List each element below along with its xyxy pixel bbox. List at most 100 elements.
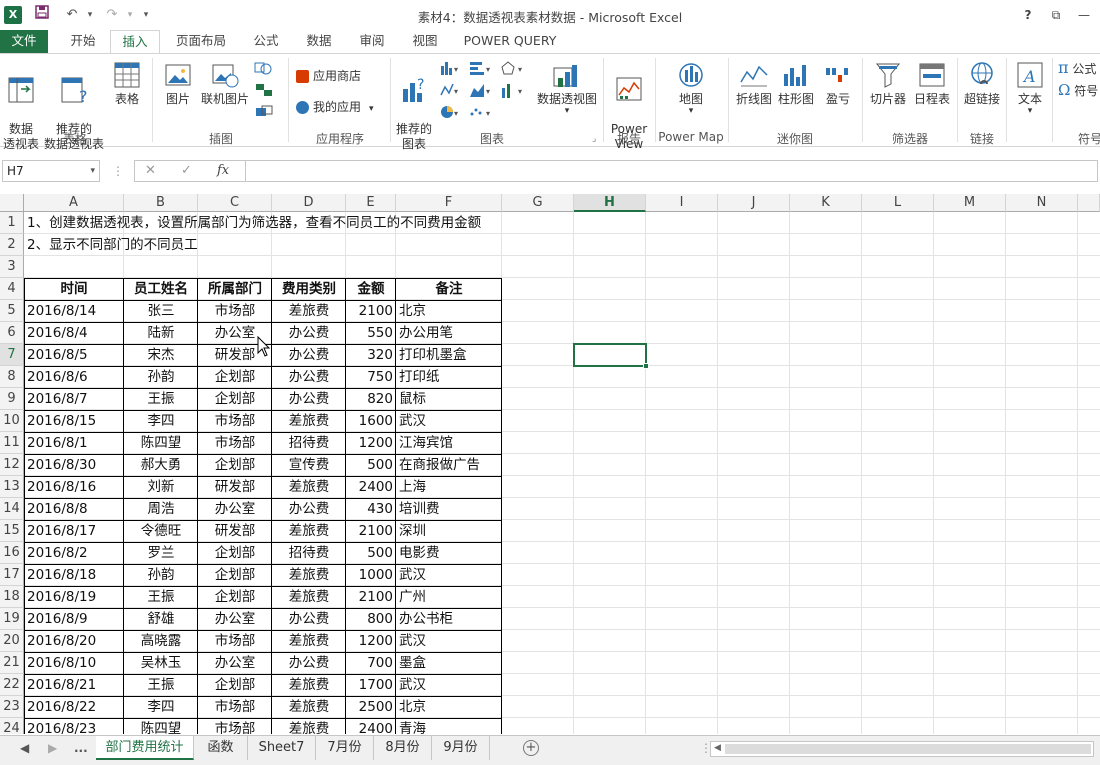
- table-cell[interactable]: 办公室: [198, 652, 272, 674]
- name-box[interactable]: H7 ▾: [2, 160, 100, 182]
- table-cell[interactable]: 深圳: [396, 520, 502, 542]
- row-header[interactable]: 23: [0, 696, 24, 718]
- table-cell[interactable]: 500: [346, 542, 396, 564]
- equation-button[interactable]: π 公式: [1058, 60, 1096, 77]
- table-cell[interactable]: 招待费: [272, 432, 346, 454]
- table-cell[interactable]: 陈四望: [124, 432, 198, 454]
- table-cell[interactable]: 2400: [346, 718, 396, 734]
- column-header-d[interactable]: D: [272, 194, 346, 212]
- tab-review[interactable]: 审阅: [350, 30, 394, 53]
- table-cell[interactable]: 430: [346, 498, 396, 520]
- table-cell[interactable]: 500: [346, 454, 396, 476]
- radar-chart-button[interactable]: ▾ ▾: [500, 60, 530, 124]
- picture-button[interactable]: 图片: [158, 60, 198, 107]
- table-header-cell[interactable]: 备注: [396, 278, 502, 300]
- table-cell[interactable]: 1700: [346, 674, 396, 696]
- table-cell[interactable]: 周浩: [124, 498, 198, 520]
- table-cell[interactable]: 企划部: [198, 564, 272, 586]
- table-cell[interactable]: 2016/8/19: [24, 586, 124, 608]
- table-cell[interactable]: 700: [346, 652, 396, 674]
- sheet-tab-functions[interactable]: 函数: [194, 736, 248, 760]
- row-header[interactable]: 2: [0, 234, 24, 256]
- table-cell[interactable]: 企划部: [198, 674, 272, 696]
- table-cell[interactable]: 办公室: [198, 608, 272, 630]
- tab-home[interactable]: 开始: [58, 30, 108, 53]
- app-store-button[interactable]: 应用商店: [296, 68, 361, 84]
- table-cell[interactable]: 2016/8/18: [24, 564, 124, 586]
- row-header[interactable]: 9: [0, 388, 24, 410]
- row-header[interactable]: 18: [0, 586, 24, 608]
- row-header[interactable]: 3: [0, 256, 24, 278]
- tab-power-query[interactable]: POWER QUERY: [460, 30, 560, 53]
- table-cell[interactable]: 企划部: [198, 366, 272, 388]
- table-cell[interactable]: 820: [346, 388, 396, 410]
- horizontal-scrollbar[interactable]: ◀: [710, 741, 1094, 757]
- pivot-chart-button[interactable]: 数据透视图 ▾: [536, 60, 598, 116]
- table-cell[interactable]: 刘新: [124, 476, 198, 498]
- sparkline-column-button[interactable]: 柱形图: [776, 60, 816, 107]
- table-cell[interactable]: 吴林玉: [124, 652, 198, 674]
- table-cell[interactable]: 王振: [124, 388, 198, 410]
- shapes-button[interactable]: [254, 60, 276, 80]
- select-all-corner[interactable]: [0, 194, 24, 212]
- table-cell[interactable]: 办公费: [272, 388, 346, 410]
- table-cell[interactable]: 800: [346, 608, 396, 630]
- table-cell[interactable]: 武汉: [396, 564, 502, 586]
- worksheet-grid[interactable]: A B C D E F G H I J K L M N 1 2 3 4 5 6 7 8 9 10 11 12 13 14 15 16 17 1…: [0, 194, 1100, 734]
- row-header[interactable]: 5: [0, 300, 24, 322]
- row-header[interactable]: 4: [0, 278, 24, 300]
- table-cell[interactable]: 令德旺: [124, 520, 198, 542]
- row-header[interactable]: 8: [0, 366, 24, 388]
- table-cell[interactable]: 2016/8/10: [24, 652, 124, 674]
- sheet-tab-july[interactable]: 7月份: [316, 736, 374, 760]
- my-apps-dropdown-icon[interactable]: ▾: [369, 104, 374, 114]
- table-cell[interactable]: 办公费: [272, 652, 346, 674]
- column-header-n[interactable]: N: [1006, 194, 1078, 212]
- row-header[interactable]: 20: [0, 630, 24, 652]
- table-cell[interactable]: 孙韵: [124, 564, 198, 586]
- column-header-g[interactable]: G: [502, 194, 574, 212]
- table-cell[interactable]: 北京: [396, 696, 502, 718]
- row-header[interactable]: 21: [0, 652, 24, 674]
- table-cell[interactable]: 武汉: [396, 674, 502, 696]
- scrollbar-thumb[interactable]: [725, 744, 1091, 754]
- table-cell[interactable]: 张三: [124, 300, 198, 322]
- tab-formulas[interactable]: 公式: [244, 30, 288, 53]
- fill-handle[interactable]: [643, 363, 649, 369]
- table-cell[interactable]: 陈四望: [124, 718, 198, 734]
- table-cell[interactable]: 研发部: [198, 520, 272, 542]
- table-cell[interactable]: 王振: [124, 586, 198, 608]
- tab-view[interactable]: 视图: [404, 30, 446, 53]
- text-button[interactable]: A 文本 ▾: [1010, 60, 1050, 116]
- column-header-i[interactable]: I: [646, 194, 718, 212]
- table-header-cell[interactable]: 金额: [346, 278, 396, 300]
- table-cell[interactable]: 差旅费: [272, 696, 346, 718]
- formula-input[interactable]: [246, 160, 1098, 182]
- note-cell[interactable]: 2、显示不同部门的不同员工: [24, 234, 624, 256]
- row-header[interactable]: 19: [0, 608, 24, 630]
- table-cell[interactable]: 打印纸: [396, 366, 502, 388]
- table-button[interactable]: 表格: [108, 60, 146, 107]
- table-cell[interactable]: 郝大勇: [124, 454, 198, 476]
- table-cell[interactable]: 办公室: [198, 498, 272, 520]
- table-cell[interactable]: 鼠标: [396, 388, 502, 410]
- table-cell[interactable]: 差旅费: [272, 476, 346, 498]
- table-cell[interactable]: 办公费: [272, 498, 346, 520]
- table-cell[interactable]: 2100: [346, 520, 396, 542]
- table-cell[interactable]: 差旅费: [272, 630, 346, 652]
- table-cell[interactable]: 2016/8/6: [24, 366, 124, 388]
- table-cell[interactable]: 企划部: [198, 454, 272, 476]
- table-cell[interactable]: 市场部: [198, 432, 272, 454]
- table-cell[interactable]: 2016/8/23: [24, 718, 124, 734]
- table-cell[interactable]: 2016/8/8: [24, 498, 124, 520]
- table-cell[interactable]: 2016/8/9: [24, 608, 124, 630]
- table-cell[interactable]: 550: [346, 322, 396, 344]
- row-header[interactable]: 14: [0, 498, 24, 520]
- table-cell[interactable]: 江海宾馆: [396, 432, 502, 454]
- column-header-l[interactable]: L: [862, 194, 934, 212]
- online-picture-button[interactable]: 联机图片: [198, 60, 252, 107]
- row-header[interactable]: 17: [0, 564, 24, 586]
- table-cell[interactable]: 罗兰: [124, 542, 198, 564]
- pivot-chart-dropdown-icon[interactable]: ▾: [536, 107, 598, 116]
- table-cell[interactable]: 320: [346, 344, 396, 366]
